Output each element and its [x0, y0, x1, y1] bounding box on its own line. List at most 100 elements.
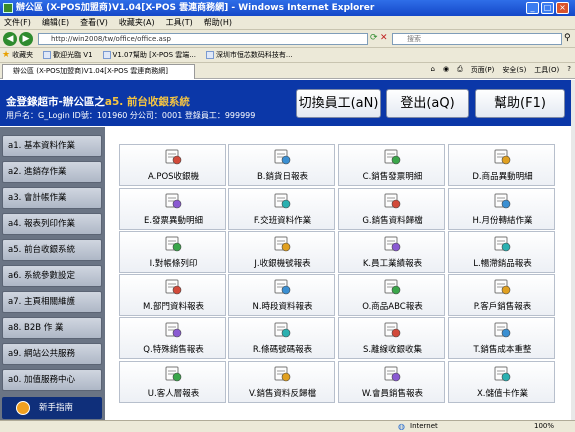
function-tile[interactable]: K.員工業績報表 — [338, 231, 445, 273]
function-tile-label: V.銷售資料反歸檔 — [249, 389, 316, 399]
zoom-level[interactable]: 100% — [534, 422, 554, 430]
beginner-guide-button[interactable]: 新手指南 — [2, 397, 102, 419]
search-input[interactable]: 搜索 — [392, 33, 562, 45]
abc-report-icon — [383, 278, 401, 295]
close-button[interactable]: × — [556, 2, 569, 14]
function-tile[interactable]: R.條碼號碼報表 — [228, 317, 335, 359]
sidebar-item-pos-system[interactable]: a5. 前台收銀系統 — [2, 239, 102, 261]
menu-file[interactable]: 文件(F) — [4, 17, 31, 28]
printer-icon — [164, 235, 182, 252]
function-tile[interactable]: U.客人層報表 — [119, 361, 226, 403]
help-icon[interactable]: ? — [567, 65, 571, 75]
stop-icon[interactable]: ✕ — [380, 33, 388, 43]
current-module: a5. 前台收銀系統 — [104, 96, 190, 108]
address-input[interactable]: http://win2008/tw/office/office.asp — [38, 33, 368, 45]
tools-menu[interactable]: 工具(O) — [534, 65, 559, 75]
cost-rebuild-icon — [493, 321, 511, 338]
sidebar-item-reports[interactable]: a4. 報表列印作業 — [2, 213, 102, 235]
sidebar-item-value-added[interactable]: a0. 加值服務中心 — [2, 369, 102, 391]
time-slot-icon — [273, 278, 291, 295]
menu-favorites[interactable]: 收藏夹(A) — [119, 17, 155, 28]
favorite-item[interactable]: 深圳市恒芯数码科技有... — [205, 50, 293, 60]
sidebar-item-homepage[interactable]: a7. 主頁相關維護 — [2, 291, 102, 313]
function-tile[interactable]: X.儲值卡作業 — [448, 361, 555, 403]
address-bar-row: ◀ ▶ http://win2008/tw/office/office.asp … — [0, 30, 575, 48]
favorites-button[interactable]: ★ 收藏夹 — [2, 50, 33, 60]
favorite-item[interactable]: V1.07幫助 [X-POS 雲端... — [102, 50, 196, 60]
browser-tab[interactable]: 辦公區 (X-POS加盟商)V1.04[X-POS 雲連商務網] — [2, 64, 195, 79]
page-menu[interactable]: 页面(P) — [471, 65, 495, 75]
function-tile-label: X.儲值卡作業 — [476, 389, 529, 399]
sidebar-item-parameters[interactable]: a6. 系統參數設定 — [2, 265, 102, 287]
function-tile[interactable]: H.月份轉結作業 — [448, 188, 555, 230]
function-tile[interactable]: V.銷售資料反歸檔 — [228, 361, 335, 403]
function-tile[interactable]: F.交班資料作業 — [228, 188, 335, 230]
go-icon[interactable]: ⟳ — [370, 33, 378, 43]
print-icon[interactable]: ⎙ — [457, 65, 463, 75]
function-tile-label: K.員工業績報表 — [362, 259, 423, 269]
function-tile[interactable]: D.商品異動明細 — [448, 144, 555, 186]
shift-handover-icon — [273, 192, 291, 209]
invoice-icon — [383, 148, 401, 165]
maximize-button[interactable]: □ — [541, 2, 554, 14]
menu-tools[interactable]: 工具(T) — [166, 17, 193, 28]
function-tile[interactable]: Q.特殊銷售報表 — [119, 317, 226, 359]
function-tile-label: R.條碼號碼報表 — [252, 345, 313, 355]
product-change-icon — [493, 148, 511, 165]
star-icon: ★ — [2, 50, 11, 60]
function-tile-label: Q.特殊銷售報表 — [143, 345, 204, 355]
back-button[interactable]: ◀ — [3, 32, 17, 46]
logout-button[interactable]: 登出(aQ) — [386, 89, 469, 118]
function-tile[interactable]: T.銷售成本重整 — [448, 317, 555, 359]
function-tile[interactable]: E.發票異動明細 — [119, 188, 226, 230]
sidebar-item-basic-data[interactable]: a1. 基本資料作業 — [2, 135, 102, 157]
app-icon — [3, 3, 13, 13]
window-title-bar[interactable]: 辦公區 (X-POS加盟商)V1.04[X-POS 雲連商務網] - Windo… — [0, 0, 575, 16]
user-info: 用戶名：G_Login ID號：101960 分公司：0001 登錄員工：999… — [6, 111, 256, 120]
search-icon[interactable]: ⚲ — [564, 33, 571, 43]
sidebar: a1. 基本資料作業 a2. 進銷存作業 a3. 會計帳作業 a4. 報表列印作… — [0, 127, 105, 420]
forward-button[interactable]: ▶ — [19, 32, 33, 46]
page-icon — [205, 51, 214, 59]
department-report-icon — [164, 278, 182, 295]
minimize-button[interactable]: _ — [526, 2, 539, 14]
function-tile[interactable]: P.客戶銷售報表 — [448, 274, 555, 316]
page-icon — [102, 51, 111, 59]
function-tile[interactable]: N.時段資料報表 — [228, 274, 335, 316]
sidebar-item-inventory[interactable]: a2. 進銷存作業 — [2, 161, 102, 183]
help-button[interactable]: 幫助(F1) — [475, 89, 565, 118]
function-tile[interactable]: B.銷貨日報表 — [228, 144, 335, 186]
function-tile[interactable]: A.POS收銀機 — [119, 144, 226, 186]
safety-menu[interactable]: 安全(S) — [502, 65, 526, 75]
stored-card-icon — [493, 365, 511, 382]
function-tile[interactable]: J.收銀機號報表 — [228, 231, 335, 273]
function-tile-label: L.暢滯銷品報表 — [473, 259, 532, 269]
shop-title: 金登錄超市-辦公區之a5. 前台收銀系統 — [6, 96, 190, 108]
function-tile-label: P.客戶銷售報表 — [473, 302, 532, 312]
feed-icon[interactable]: ◉ — [443, 65, 449, 75]
sidebar-item-web-services[interactable]: a9. 網站公共服務 — [2, 343, 102, 365]
favorites-bar: ★ 收藏夹 歡迎光臨 V1 V1.07幫助 [X-POS 雲端... 深圳市恒芯数… — [0, 48, 575, 63]
switch-staff-button[interactable]: 切換員工(aN) — [296, 89, 381, 118]
home-icon[interactable]: ⌂ — [431, 65, 435, 75]
favorite-item[interactable]: 歡迎光臨 V1 — [43, 50, 93, 60]
menu-edit[interactable]: 编辑(E) — [42, 17, 69, 28]
function-tile[interactable]: W.會員銷售報表 — [338, 361, 445, 403]
function-tile[interactable]: L.暢滯銷品報表 — [448, 231, 555, 273]
bestseller-icon — [493, 235, 511, 252]
function-tile[interactable]: S.離線收銀收集 — [338, 317, 445, 359]
function-tile[interactable]: C.銷售發票明細 — [338, 144, 445, 186]
customer-level-icon — [164, 365, 182, 382]
sidebar-item-b2b[interactable]: a8. B2B 作 業 — [2, 317, 102, 339]
sidebar-item-accounting[interactable]: a3. 會計帳作業 — [2, 187, 102, 209]
menu-view[interactable]: 查看(V) — [80, 17, 108, 28]
vertical-scrollbar[interactable] — [571, 80, 575, 420]
function-tile[interactable]: M.部門資料報表 — [119, 274, 226, 316]
menu-bar: 文件(F) 编辑(E) 查看(V) 收藏夹(A) 工具(T) 帮助(H) — [0, 16, 575, 30]
function-tile-label: G.銷售資料歸檔 — [362, 216, 423, 226]
function-tile[interactable]: O.商品ABC報表 — [338, 274, 445, 316]
page-icon — [43, 51, 52, 59]
menu-help[interactable]: 帮助(H) — [204, 17, 232, 28]
function-tile[interactable]: I.對帳條列印 — [119, 231, 226, 273]
function-tile[interactable]: G.銷售資料歸檔 — [338, 188, 445, 230]
